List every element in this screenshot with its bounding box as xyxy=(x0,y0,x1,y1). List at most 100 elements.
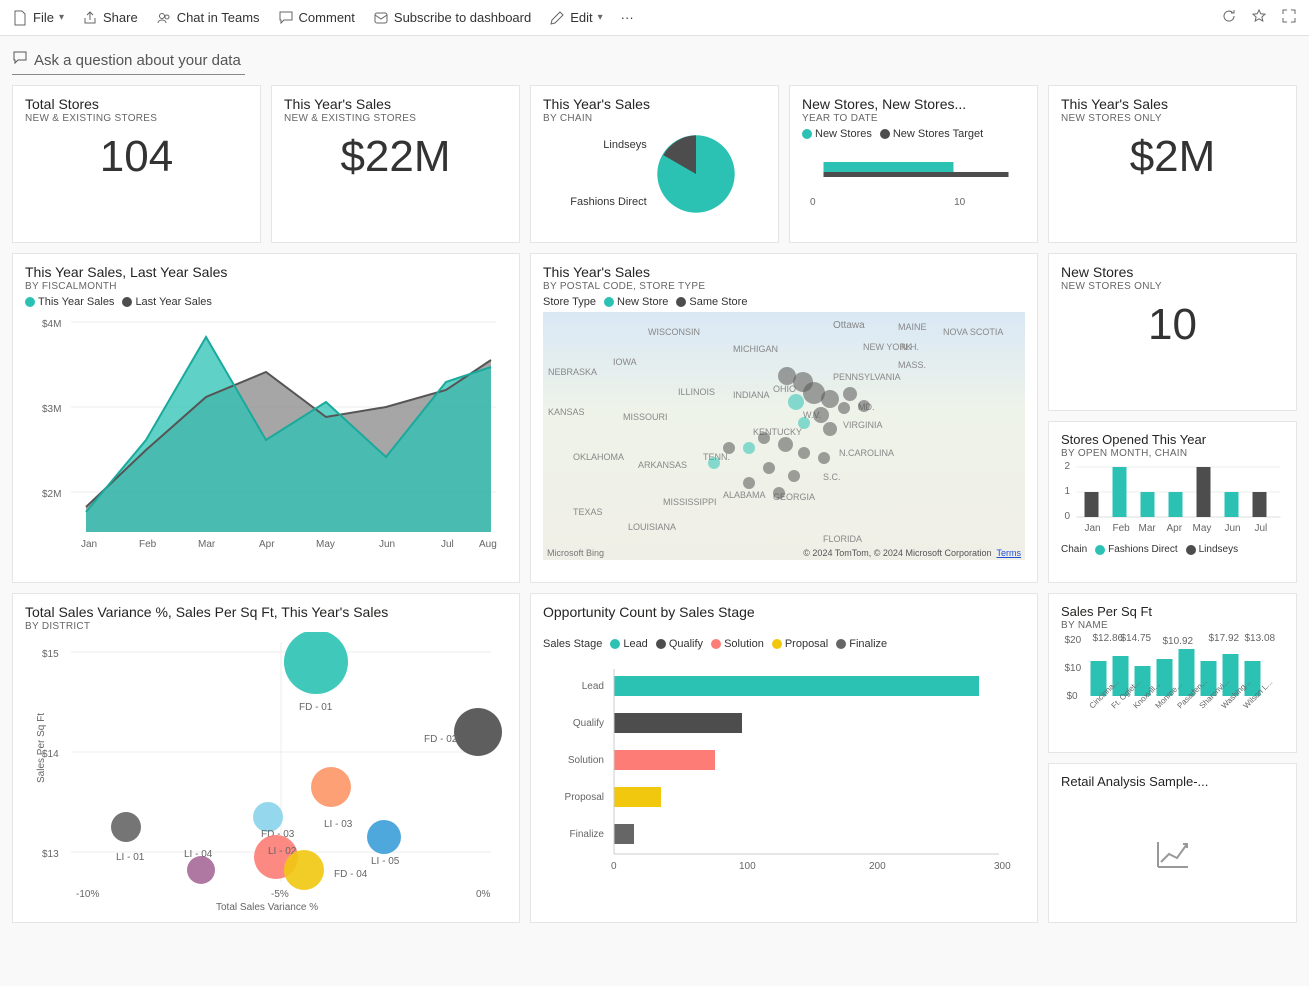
svg-text:$3M: $3M xyxy=(42,404,61,415)
svg-text:$14.75: $14.75 xyxy=(1121,633,1152,644)
subscribe-button[interactable]: Subscribe to dashboard xyxy=(373,10,531,26)
tile-value: 10 xyxy=(1061,300,1284,350)
tile-new-stores-bullet[interactable]: New Stores, New Stores... YEAR TO DATE N… xyxy=(789,85,1038,243)
svg-text:LI - 01: LI - 01 xyxy=(116,852,145,863)
file-icon xyxy=(12,10,28,26)
svg-text:$17.92: $17.92 xyxy=(1209,633,1240,644)
pie-label-fashions: Fashions Direct xyxy=(570,189,646,217)
fullscreen-icon[interactable] xyxy=(1281,8,1297,27)
svg-text:May: May xyxy=(1193,523,1212,534)
edit-menu[interactable]: Edit ▾ xyxy=(549,10,602,26)
map-terms-link[interactable]: Terms xyxy=(997,548,1022,558)
file-menu[interactable]: File ▾ xyxy=(12,10,64,26)
svg-text:Apr: Apr xyxy=(1167,523,1183,534)
svg-text:Mar: Mar xyxy=(1139,523,1157,534)
map-provider: Microsoft Bing xyxy=(547,548,604,558)
legend-lead: Lead xyxy=(623,638,647,650)
tile-title: Sales Per Sq Ft xyxy=(1061,604,1284,619)
legend-last-year: Last Year Sales xyxy=(135,296,211,308)
comment-button[interactable]: Comment xyxy=(278,10,355,26)
chain-label: Chain xyxy=(1061,544,1087,555)
chevron-down-icon: ▾ xyxy=(598,12,603,23)
tile-sales-new-stores[interactable]: This Year's Sales NEW STORES ONLY $2M xyxy=(1048,85,1297,243)
svg-text:FD - 04: FD - 04 xyxy=(334,869,368,880)
area-chart: $4M $3M $2M JanFebMarAprMayJunJulAug xyxy=(25,312,507,552)
tile-title: Opportunity Count by Sales Stage xyxy=(543,604,1025,620)
favorite-icon[interactable] xyxy=(1251,8,1267,27)
comment-icon xyxy=(278,10,294,26)
map-visual[interactable]: WISCONSIN MICHIGAN IOWA NEBRASKA ILLINOI… xyxy=(543,312,1025,560)
svg-text:0: 0 xyxy=(611,861,617,872)
tile-value: $22M xyxy=(284,132,507,182)
comment-icon xyxy=(12,50,28,70)
qa-placeholder: Ask a question about your data xyxy=(34,52,241,69)
share-button[interactable]: Share xyxy=(82,10,138,26)
svg-text:Feb: Feb xyxy=(1113,523,1131,534)
tile-title: Stores Opened This Year xyxy=(1061,432,1284,447)
tile-sales-map[interactable]: This Year's Sales BY POSTAL CODE, STORE … xyxy=(530,253,1038,583)
svg-text:Jun: Jun xyxy=(1225,523,1241,534)
tile-subtitle: BY OPEN MONTH, CHAIN xyxy=(1061,448,1284,459)
svg-text:$20: $20 xyxy=(1065,635,1082,646)
svg-text:Solution: Solution xyxy=(568,755,604,766)
storetype-label: Store Type xyxy=(543,296,596,308)
subscribe-label: Subscribe to dashboard xyxy=(394,10,531,25)
svg-text:Aug: Aug xyxy=(479,539,497,550)
chart-icon xyxy=(1153,832,1193,872)
stacked-bar-chart: 210 JanFebMarAprMayJunJul xyxy=(1061,459,1284,537)
svg-text:Jul: Jul xyxy=(441,539,454,550)
tile-value: $2M xyxy=(1061,132,1284,182)
tile-sales-trend[interactable]: This Year Sales, Last Year Sales BY FISC… xyxy=(12,253,520,583)
ask-question-input[interactable]: Ask a question about your data xyxy=(12,48,245,75)
tile-this-year-sales[interactable]: This Year's Sales NEW & EXISTING STORES … xyxy=(271,85,520,243)
bubble-chart: $15 $14 $13 Sales Per Sq Ft FD - 01 FD -… xyxy=(25,632,507,912)
tile-subtitle: NEW & EXISTING STORES xyxy=(284,113,507,124)
svg-text:$15: $15 xyxy=(42,649,59,660)
bar-chart-sqft: $20$10$0 $12.86 $14.75 $10.92 $17.92 $13… xyxy=(1061,631,1284,741)
svg-text:$13: $13 xyxy=(42,849,59,860)
tile-total-stores[interactable]: Total Stores NEW & EXISTING STORES 104 xyxy=(12,85,261,243)
horizontal-bar-chart: Lead Qualify Solution Proposal Finalize … xyxy=(543,654,1025,884)
svg-text:Feb: Feb xyxy=(139,539,157,550)
pie-chart xyxy=(653,131,739,217)
tile-sales-per-sqft[interactable]: Sales Per Sq Ft BY NAME $20$10$0 $12.86 … xyxy=(1048,593,1297,753)
tile-new-stores-count[interactable]: New Stores NEW STORES ONLY 10 xyxy=(1048,253,1297,411)
svg-text:FD - 02: FD - 02 xyxy=(424,734,458,745)
legend-qualify: Qualify xyxy=(669,638,703,650)
tile-subtitle: BY POSTAL CODE, STORE TYPE xyxy=(543,281,1025,292)
tile-bubble-chart[interactable]: Total Sales Variance %, Sales Per Sq Ft,… xyxy=(12,593,520,923)
tile-subtitle: NEW & EXISTING STORES xyxy=(25,113,248,124)
tile-subtitle: BY CHAIN xyxy=(543,113,766,124)
refresh-icon[interactable] xyxy=(1221,8,1237,27)
teams-icon xyxy=(156,10,172,26)
tile-sales-by-chain[interactable]: This Year's Sales BY CHAIN Lindseys Fash… xyxy=(530,85,779,243)
tile-stores-opened[interactable]: Stores Opened This Year BY OPEN MONTH, C… xyxy=(1048,421,1297,583)
svg-text:May: May xyxy=(316,539,335,550)
tile-title: Total Sales Variance %, Sales Per Sq Ft,… xyxy=(25,604,507,620)
svg-text:Jul: Jul xyxy=(1255,523,1268,534)
tile-opportunity[interactable]: Opportunity Count by Sales Stage Sales S… xyxy=(530,593,1038,923)
legend-proposal: Proposal xyxy=(785,638,828,650)
chat-teams-button[interactable]: Chat in Teams xyxy=(156,10,260,26)
tile-title: This Year's Sales xyxy=(543,96,766,112)
svg-text:FD - 01: FD - 01 xyxy=(299,702,333,713)
legend-solution: Solution xyxy=(724,638,764,650)
svg-text:$10: $10 xyxy=(1065,663,1082,674)
legend-this-year: This Year Sales xyxy=(38,296,114,308)
tile-subtitle: NEW STORES ONLY xyxy=(1061,281,1284,292)
svg-text:Mar: Mar xyxy=(198,539,216,550)
svg-text:LI - 04: LI - 04 xyxy=(184,849,213,860)
tile-title: New Stores xyxy=(1061,264,1284,280)
share-icon xyxy=(82,10,98,26)
pie-label-lindseys: Lindseys xyxy=(570,132,646,160)
svg-text:LI - 03: LI - 03 xyxy=(324,819,353,830)
tile-title: This Year's Sales xyxy=(284,96,507,112)
svg-text:$4M: $4M xyxy=(42,319,61,330)
more-menu[interactable]: ··· xyxy=(621,10,634,25)
map-attribution: © 2024 TomTom, © 2024 Microsoft Corporat… xyxy=(803,548,991,558)
svg-text:Qualify: Qualify xyxy=(573,718,604,729)
tile-retail-sample[interactable]: Retail Analysis Sample-... xyxy=(1048,763,1297,923)
tile-subtitle: YEAR TO DATE xyxy=(802,113,1025,124)
tile-title: Retail Analysis Sample-... xyxy=(1061,774,1284,789)
svg-text:1: 1 xyxy=(1065,486,1071,497)
